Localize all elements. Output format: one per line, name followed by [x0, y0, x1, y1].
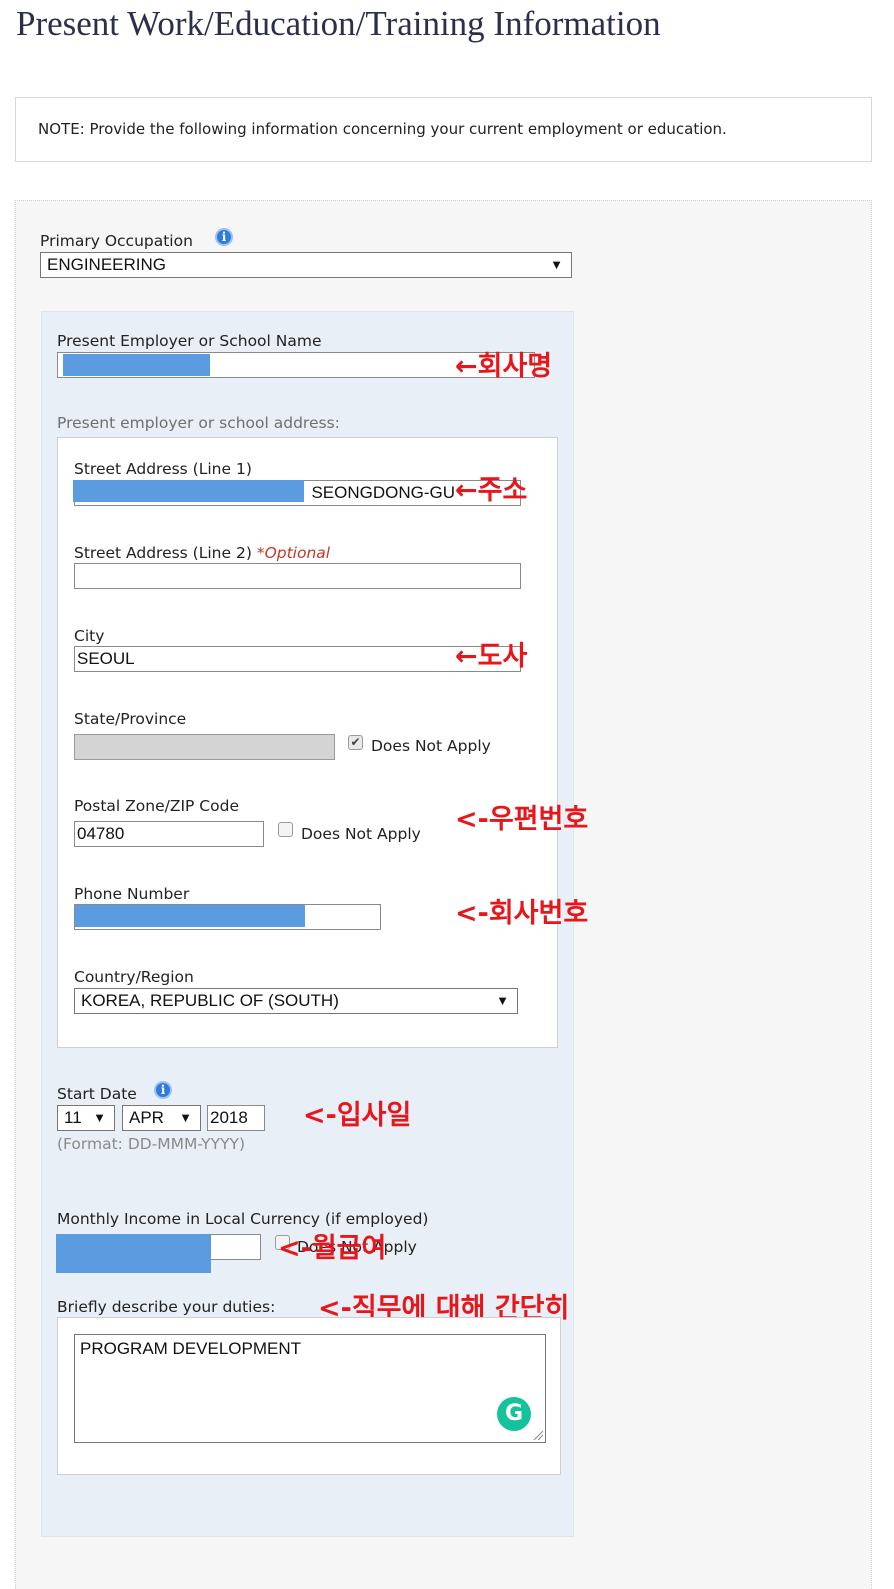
- info-icon[interactable]: i: [154, 1081, 172, 1099]
- primary-occupation-value: ENGINEERING: [47, 255, 167, 274]
- employer-name-annotation: ←회사명: [455, 351, 553, 382]
- postal-annotation: <-우편번호: [455, 804, 589, 835]
- state-does-not-apply-checkbox[interactable]: ✔: [348, 735, 363, 750]
- info-icon[interactable]: i: [215, 228, 233, 246]
- redaction-block: [75, 905, 305, 927]
- chevron-down-icon: ▼: [496, 993, 509, 1008]
- primary-occupation-select[interactable]: ENGINEERING ▼: [40, 252, 572, 278]
- phone-label: Phone Number: [74, 885, 190, 903]
- employer-name-label: Present Employer or School Name: [57, 332, 322, 350]
- address-heading: Present employer or school address:: [57, 414, 340, 432]
- start-day-value: 11: [64, 1108, 82, 1127]
- redaction-block: [63, 354, 210, 376]
- redaction-block: [73, 480, 304, 502]
- state-label: State/Province: [74, 710, 187, 728]
- optional-marker: *Optional: [256, 544, 331, 562]
- resize-grip-icon[interactable]: [533, 1430, 543, 1440]
- city-annotation: ←도사: [455, 641, 528, 672]
- chevron-down-icon: ▼: [179, 1110, 192, 1125]
- start-month-select[interactable]: APR ▼: [122, 1105, 201, 1131]
- postal-value: 04780: [77, 824, 125, 843]
- city-label: City: [74, 627, 105, 645]
- phone-annotation: <-회사번호: [455, 898, 589, 929]
- note-text: NOTE: Provide the following information …: [38, 120, 727, 138]
- chevron-down-icon: ▼: [550, 257, 563, 272]
- street1-annotation: ←주소: [455, 475, 528, 506]
- start-month-value: APR: [129, 1108, 164, 1127]
- duties-value: PROGRAM DEVELOPMENT: [80, 1339, 302, 1358]
- street1-label: Street Address (Line 1): [74, 460, 252, 478]
- start-year-value: 2018: [210, 1108, 248, 1127]
- postal-input[interactable]: 04780: [74, 821, 264, 847]
- country-value: KOREA, REPUBLIC OF (SOUTH): [81, 991, 339, 1010]
- postal-does-not-apply-label: Does Not Apply: [301, 825, 421, 843]
- income-annotation: <-월급여: [278, 1233, 387, 1264]
- state-input: [74, 734, 335, 760]
- postal-does-not-apply-checkbox[interactable]: [278, 822, 293, 837]
- redaction-block: [56, 1234, 211, 1273]
- country-label: Country/Region: [74, 968, 194, 986]
- primary-occupation-label: Primary Occupation: [40, 232, 193, 250]
- city-input[interactable]: SEOUL: [74, 646, 521, 672]
- note-box: NOTE: Provide the following information …: [15, 97, 872, 162]
- postal-label: Postal Zone/ZIP Code: [74, 797, 239, 815]
- income-label: Monthly Income in Local Currency (if emp…: [57, 1210, 429, 1228]
- street1-value: SEONGDONG-GU: [311, 483, 455, 502]
- city-value: SEOUL: [77, 649, 135, 668]
- grammarly-icon[interactable]: G: [497, 1397, 531, 1431]
- country-select[interactable]: KOREA, REPUBLIC OF (SOUTH) ▼: [74, 988, 518, 1014]
- date-format-hint: (Format: DD-MMM-YYYY): [57, 1135, 246, 1153]
- start-date-label: Start Date: [57, 1085, 137, 1103]
- duties-label: Briefly describe your duties:: [57, 1298, 276, 1316]
- state-does-not-apply-label: Does Not Apply: [371, 737, 491, 755]
- start-date-annotation: <-입사일: [303, 1100, 412, 1131]
- start-day-select[interactable]: 11 ▼: [57, 1105, 115, 1131]
- duties-textarea[interactable]: PROGRAM DEVELOPMENT: [74, 1334, 546, 1443]
- street2-input[interactable]: [74, 563, 521, 589]
- page-title: Present Work/Education/Training Informat…: [16, 4, 661, 43]
- chevron-down-icon: ▼: [93, 1110, 106, 1125]
- street2-label: Street Address (Line 2) *Optional: [74, 544, 331, 562]
- start-year-input[interactable]: 2018: [207, 1105, 265, 1131]
